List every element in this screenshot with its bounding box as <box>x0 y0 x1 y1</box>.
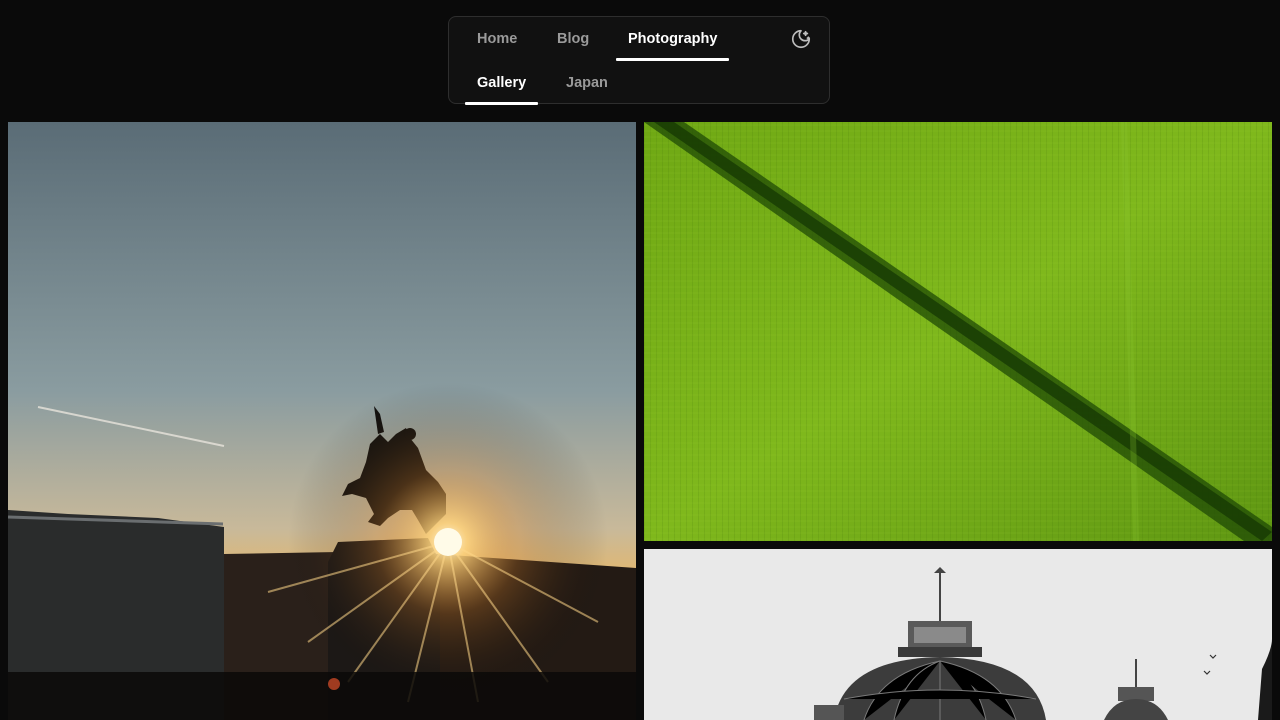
top-navigation: Home Blog Photography Gallery Japan <box>448 16 830 105</box>
gallery-photo-green-leaf[interactable] <box>644 122 1272 541</box>
tab-blog[interactable]: Blog <box>545 17 601 61</box>
moon-stars-icon <box>791 29 811 49</box>
subtab-gallery[interactable]: Gallery <box>465 61 539 105</box>
subtab-japan[interactable]: Japan <box>554 61 620 105</box>
tab-home[interactable]: Home <box>465 17 529 61</box>
gallery-photo-statue-sunset[interactable] <box>8 122 636 720</box>
tab-photography[interactable]: Photography <box>616 17 730 61</box>
gallery-photo-greenhouse-dome[interactable] <box>644 549 1272 720</box>
theme-toggle-button[interactable] <box>790 28 812 50</box>
